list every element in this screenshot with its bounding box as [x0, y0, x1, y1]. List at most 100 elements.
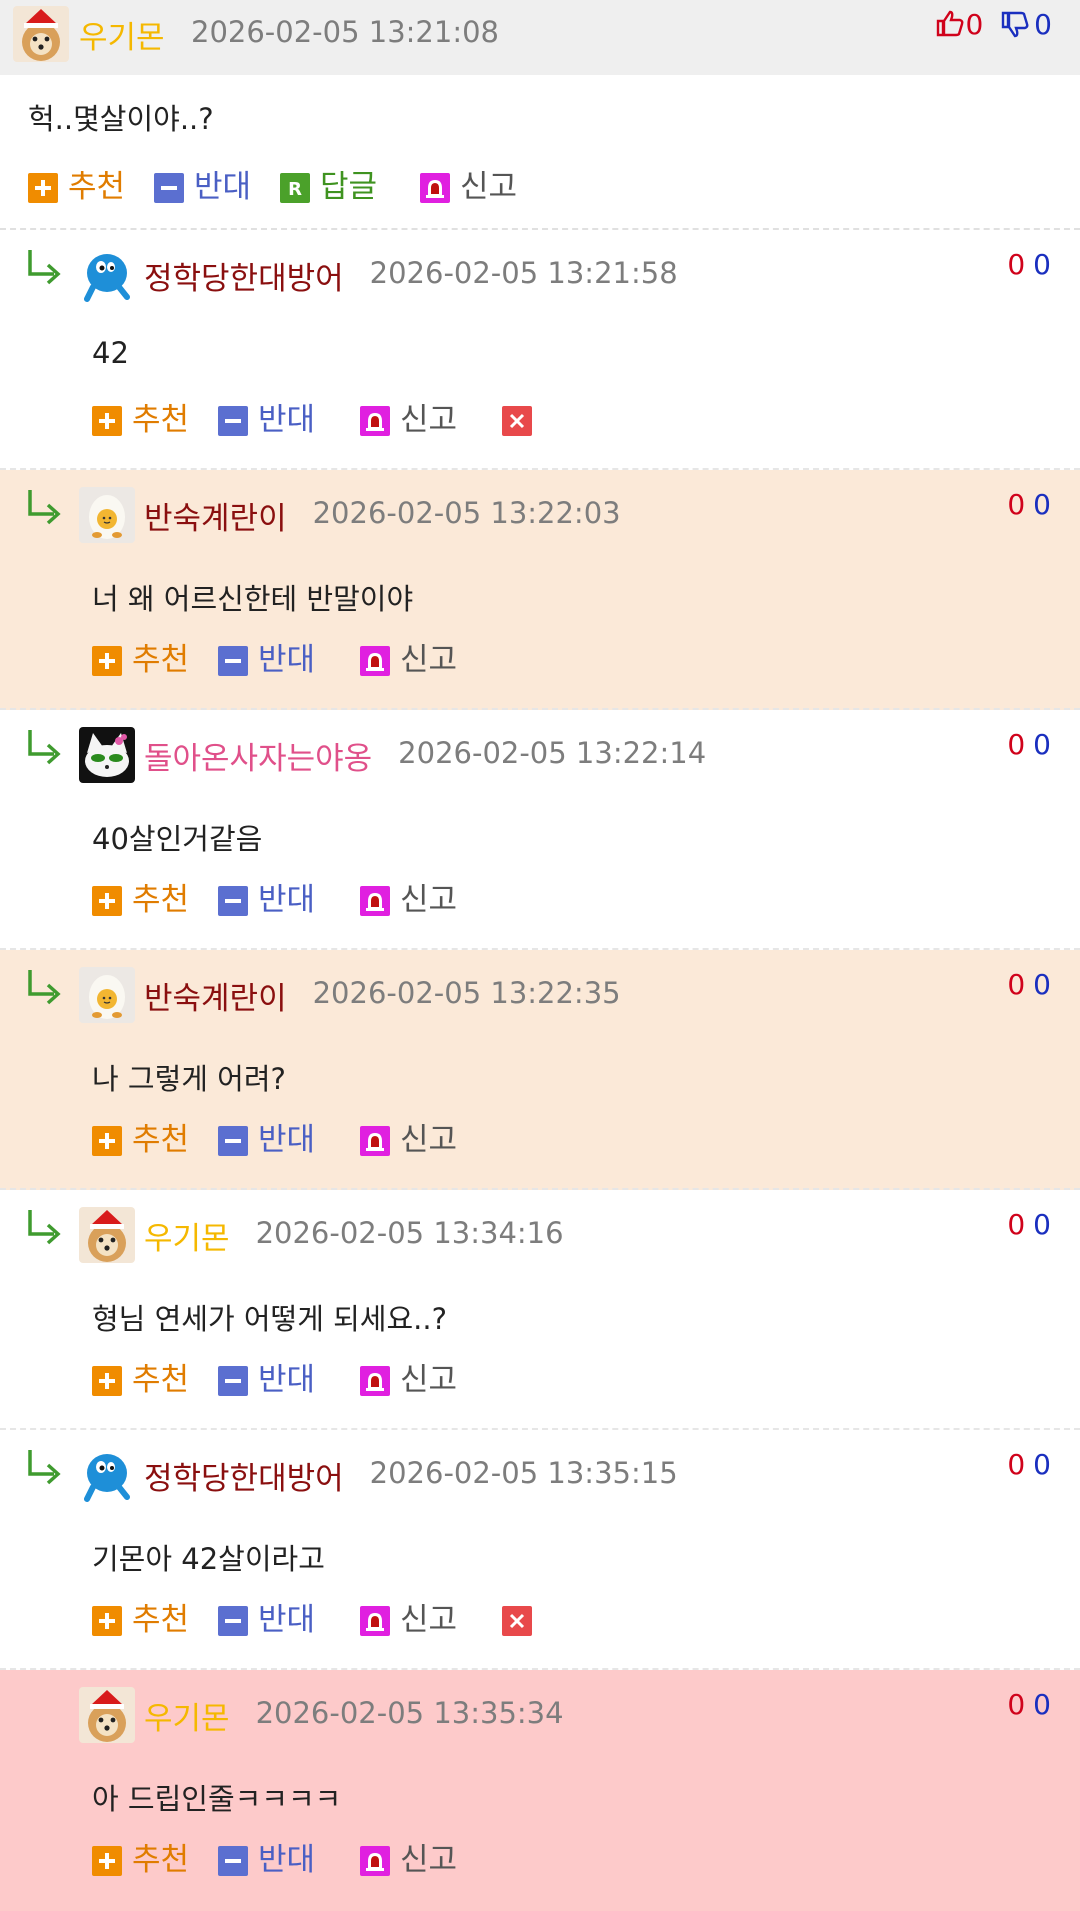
nickname[interactable]: 돌아온사자는야옹 — [144, 733, 372, 778]
siren-icon — [360, 1846, 390, 1876]
siren-icon — [360, 1126, 390, 1156]
vote-counts: 00 — [1007, 488, 1051, 521]
downvote-count[interactable]: 0 — [1033, 728, 1051, 761]
recommend-label: 추천 — [132, 882, 190, 918]
vote-counts: 00 — [1007, 1688, 1051, 1721]
close-icon — [502, 1606, 532, 1636]
plus-icon — [92, 406, 122, 436]
avatar-cat[interactable] — [79, 727, 135, 783]
upvote-count[interactable]: 0 — [1007, 968, 1025, 1001]
nickname[interactable]: 반숙계란이 — [144, 973, 287, 1018]
reply-comment: 정학당한대방어 2026-02-05 13:21:58 00 42 추천 반대 … — [0, 230, 1080, 470]
upvote-count[interactable]: 0 — [1007, 1688, 1025, 1721]
reply-icon — [280, 173, 310, 203]
comment-actions: 추천 반대 신고 — [92, 1840, 552, 1880]
thumbs-up-icon[interactable] — [935, 8, 965, 38]
report-label: 신고 — [400, 1842, 458, 1878]
nickname[interactable]: 정학당한대방어 — [144, 253, 344, 298]
plus-icon — [92, 1126, 122, 1156]
oppose-label: 반대 — [258, 1602, 316, 1638]
report-label: 신고 — [400, 1362, 458, 1398]
downvote-count: 0 — [1034, 8, 1052, 41]
reply-label: 답글 — [320, 169, 378, 205]
nickname[interactable]: 우기몬 — [144, 1693, 230, 1738]
recommend-label: 추천 — [132, 1602, 190, 1638]
nickname[interactable]: 정학당한대방어 — [144, 1453, 344, 1498]
oppose-label: 반대 — [258, 642, 316, 678]
vote-counts: 00 — [1007, 728, 1051, 761]
upvote-count[interactable]: 0 — [1007, 248, 1025, 281]
upvote-count[interactable]: 0 — [1007, 1208, 1025, 1241]
minus-icon — [218, 886, 248, 916]
reply-arrow-icon — [24, 486, 64, 526]
reply-arrow-icon — [24, 966, 64, 1006]
timestamp: 2026-02-05 13:35:15 — [369, 1456, 678, 1490]
minus-icon — [218, 646, 248, 676]
upvote-count[interactable]: 0 — [1007, 488, 1025, 521]
recommend-label: 추천 — [132, 642, 190, 678]
report-label: 신고 — [400, 1122, 458, 1158]
downvote-count[interactable]: 0 — [1033, 488, 1051, 521]
vote-counts: 00 — [1007, 1448, 1051, 1481]
upvote-count[interactable]: 0 — [1007, 1448, 1025, 1481]
comment-actions: 추천 반대 답글 신고 — [28, 167, 548, 207]
recommend-label: 추천 — [132, 1842, 190, 1878]
reply-list: 정학당한대방어 2026-02-05 13:21:58 00 42 추천 반대 … — [0, 230, 1080, 1911]
downvote-count[interactable]: 0 — [1033, 1688, 1051, 1721]
downvote-count[interactable]: 0 — [1033, 248, 1051, 281]
siren-icon — [360, 1366, 390, 1396]
avatar-blue-blob[interactable] — [79, 1447, 135, 1503]
nickname[interactable]: 반숙계란이 — [144, 493, 287, 538]
comment-text: 너 왜 어르신한테 반말이야 — [92, 582, 414, 616]
reply-arrow-icon — [24, 1446, 64, 1486]
recommend-label: 추천 — [132, 1362, 190, 1398]
siren-icon — [360, 1606, 390, 1636]
nickname[interactable]: 우기몬 — [79, 12, 165, 57]
plus-icon — [92, 1846, 122, 1876]
avatar-dog[interactable] — [13, 6, 69, 62]
reply-comment: 우기몬 2026-02-05 13:34:16 00 형님 연세가 어떻게 되세… — [0, 1190, 1080, 1430]
recommend-label: 추천 — [132, 1122, 190, 1158]
plus-icon — [92, 886, 122, 916]
avatar-blue-blob[interactable] — [79, 247, 135, 303]
downvote-count[interactable]: 0 — [1033, 1448, 1051, 1481]
vote-counts: 0 0 — [935, 8, 1052, 41]
reply-comment: 우기몬 2026-02-05 13:35:34 00 아 드립인줄ㅋㅋㅋㅋ 추천… — [0, 1670, 1080, 1911]
downvote-count[interactable]: 0 — [1033, 1208, 1051, 1241]
oppose-label: 반대 — [258, 882, 316, 918]
reply-comment: 정학당한대방어 2026-02-05 13:35:15 00 기몬아 42살이라… — [0, 1430, 1080, 1670]
recommend-label: 추천 — [68, 169, 126, 205]
comment-text: 40살인거같음 — [92, 822, 263, 856]
avatar-egg[interactable] — [79, 487, 135, 543]
vote-counts: 00 — [1007, 1208, 1051, 1241]
timestamp: 2026-02-05 13:35:34 — [255, 1696, 564, 1730]
siren-icon — [360, 406, 390, 436]
thumbs-down-icon[interactable] — [1000, 10, 1030, 40]
comment-actions: 추천 반대 신고 — [92, 400, 552, 440]
timestamp: 2026-02-05 13:21:08 — [191, 15, 499, 49]
oppose-label: 반대 — [258, 1842, 316, 1878]
reply-arrow-icon — [24, 726, 64, 766]
comment-actions: 추천 반대 신고 — [92, 1120, 552, 1160]
avatar-dog[interactable] — [79, 1207, 135, 1263]
reply-arrow-icon — [24, 246, 64, 286]
plus-icon — [92, 1366, 122, 1396]
comment-text: 나 그렇게 어려? — [92, 1062, 286, 1096]
oppose-label: 반대 — [258, 1122, 316, 1158]
avatar-dog[interactable] — [79, 1687, 135, 1743]
report-label: 신고 — [400, 1602, 458, 1638]
minus-icon — [218, 406, 248, 436]
comment-text: 기몬아 42살이라고 — [92, 1542, 325, 1576]
oppose-label: 반대 — [258, 402, 316, 438]
avatar-egg[interactable] — [79, 967, 135, 1023]
plus-icon — [92, 1606, 122, 1636]
comment-actions: 추천 반대 신고 — [92, 640, 552, 680]
reply-comment: 반숙계란이 2026-02-05 13:22:03 00 너 왜 어르신한테 반… — [0, 470, 1080, 710]
nickname[interactable]: 우기몬 — [144, 1213, 230, 1258]
downvote-count[interactable]: 0 — [1033, 968, 1051, 1001]
comment-text: 형님 연세가 어떻게 되세요..? — [92, 1302, 447, 1336]
vote-counts: 00 — [1007, 968, 1051, 1001]
comment-actions: 추천 반대 신고 — [92, 880, 552, 920]
upvote-count[interactable]: 0 — [1007, 728, 1025, 761]
comment-text: 헉..몇살이야..? — [28, 102, 214, 136]
